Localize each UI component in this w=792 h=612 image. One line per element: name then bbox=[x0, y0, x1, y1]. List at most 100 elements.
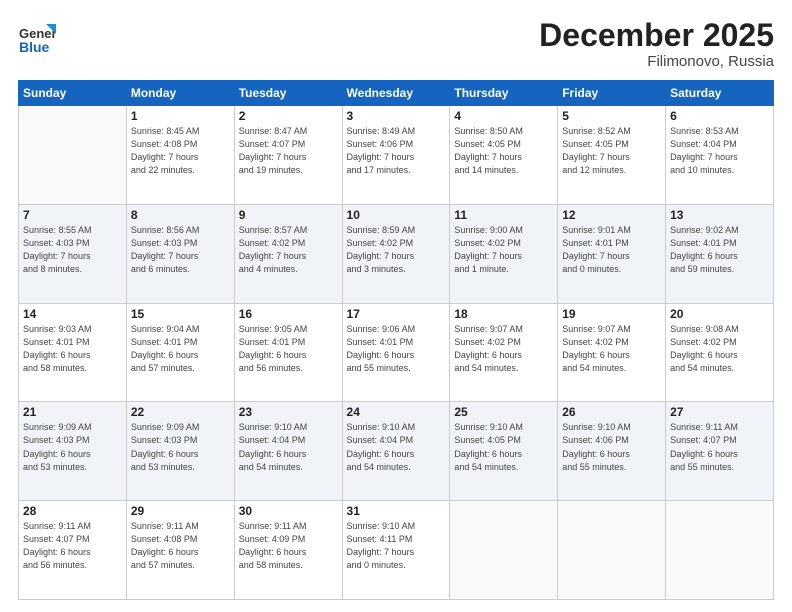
col-friday: Friday bbox=[558, 81, 666, 106]
day-info: Sunrise: 8:49 AMSunset: 4:06 PMDaylight:… bbox=[347, 125, 446, 177]
header: General Blue December 2025 Filimonovo, R… bbox=[18, 18, 774, 70]
day-number: 11 bbox=[454, 208, 553, 222]
day-number: 19 bbox=[562, 307, 661, 321]
day-info: Sunrise: 8:55 AMSunset: 4:03 PMDaylight:… bbox=[23, 224, 122, 276]
day-number: 4 bbox=[454, 109, 553, 123]
day-number: 13 bbox=[670, 208, 769, 222]
table-row: 20Sunrise: 9:08 AMSunset: 4:02 PMDayligh… bbox=[666, 303, 774, 402]
day-info: Sunrise: 9:07 AMSunset: 4:02 PMDaylight:… bbox=[454, 323, 553, 375]
calendar-table: Sunday Monday Tuesday Wednesday Thursday… bbox=[18, 80, 774, 600]
table-row bbox=[19, 106, 127, 205]
day-info: Sunrise: 9:03 AMSunset: 4:01 PMDaylight:… bbox=[23, 323, 122, 375]
table-row: 29 Sunrise: 9:11 AMSunset: 4:08 PMDayligh… bbox=[126, 501, 234, 600]
location: Filimonovo, Russia bbox=[539, 53, 774, 70]
table-row: 21Sunrise: 9:09 AMSunset: 4:03 PMDayligh… bbox=[19, 402, 127, 501]
table-row: 25 Sunrise: 9:10 AMSunset: 4:05 PMDayligh… bbox=[450, 402, 558, 501]
day-number: 2 bbox=[239, 109, 338, 123]
day-info: Sunrise: 9:02 AMSunset: 4:01 PMDaylight:… bbox=[670, 224, 769, 276]
day-info: Sunrise: 9:09 AMSunset: 4:03 PMDaylight:… bbox=[23, 421, 122, 473]
header-row: Sunday Monday Tuesday Wednesday Thursday… bbox=[19, 81, 774, 106]
table-row: 2 Sunrise: 8:47 AMSunset: 4:07 PMDaylight… bbox=[234, 106, 342, 205]
table-row bbox=[666, 501, 774, 600]
day-number: 26 bbox=[562, 405, 661, 419]
table-row bbox=[558, 501, 666, 600]
svg-text:Blue: Blue bbox=[19, 39, 50, 55]
table-row: 23Sunrise: 9:10 AMSunset: 4:04 PMDayligh… bbox=[234, 402, 342, 501]
calendar-week-row: 7 Sunrise: 8:55 AMSunset: 4:03 PMDaylight… bbox=[19, 204, 774, 303]
table-row: 24Sunrise: 9:10 AMSunset: 4:04 PMDayligh… bbox=[342, 402, 450, 501]
day-number: 27 bbox=[670, 405, 769, 419]
day-info: Sunrise: 9:10 AMSunset: 4:11 PMDaylight:… bbox=[347, 520, 446, 572]
table-row: 9 Sunrise: 8:57 AMSunset: 4:02 PMDaylight… bbox=[234, 204, 342, 303]
calendar-week-row: 14 Sunrise: 9:03 AMSunset: 4:01 PMDayligh… bbox=[19, 303, 774, 402]
logo-icon: General Blue bbox=[18, 18, 56, 56]
day-number: 10 bbox=[347, 208, 446, 222]
day-number: 16 bbox=[239, 307, 338, 321]
day-info: Sunrise: 8:57 AMSunset: 4:02 PMDaylight:… bbox=[239, 224, 338, 276]
day-number: 29 bbox=[131, 504, 230, 518]
calendar-week-row: 21Sunrise: 9:09 AMSunset: 4:03 PMDayligh… bbox=[19, 402, 774, 501]
table-row: 1 Sunrise: 8:45 AMSunset: 4:08 PMDaylight… bbox=[126, 106, 234, 205]
day-info: Sunrise: 9:00 AMSunset: 4:02 PMDaylight:… bbox=[454, 224, 553, 276]
day-info: Sunrise: 8:47 AMSunset: 4:07 PMDaylight:… bbox=[239, 125, 338, 177]
day-number: 15 bbox=[131, 307, 230, 321]
day-info: Sunrise: 8:45 AMSunset: 4:08 PMDaylight:… bbox=[131, 125, 230, 177]
table-row: 12 Sunrise: 9:01 AMSunset: 4:01 PMDayligh… bbox=[558, 204, 666, 303]
day-info: Sunrise: 9:11 AMSunset: 4:07 PMDaylight:… bbox=[670, 421, 769, 473]
day-number: 6 bbox=[670, 109, 769, 123]
day-number: 14 bbox=[23, 307, 122, 321]
col-saturday: Saturday bbox=[666, 81, 774, 106]
table-row bbox=[450, 501, 558, 600]
day-number: 3 bbox=[347, 109, 446, 123]
table-row: 27 Sunrise: 9:11 AMSunset: 4:07 PMDayligh… bbox=[666, 402, 774, 501]
day-info: Sunrise: 9:01 AMSunset: 4:01 PMDaylight:… bbox=[562, 224, 661, 276]
col-wednesday: Wednesday bbox=[342, 81, 450, 106]
month-title: December 2025 bbox=[539, 18, 774, 53]
day-number: 7 bbox=[23, 208, 122, 222]
table-row: 19 Sunrise: 9:07 AMSunset: 4:02 PMDayligh… bbox=[558, 303, 666, 402]
day-number: 30 bbox=[239, 504, 338, 518]
day-info: Sunrise: 8:53 AMSunset: 4:04 PMDaylight:… bbox=[670, 125, 769, 177]
col-sunday: Sunday bbox=[19, 81, 127, 106]
day-number: 8 bbox=[131, 208, 230, 222]
table-row: 7 Sunrise: 8:55 AMSunset: 4:03 PMDaylight… bbox=[19, 204, 127, 303]
day-info: Sunrise: 9:08 AMSunset: 4:02 PMDaylight:… bbox=[670, 323, 769, 375]
day-info: Sunrise: 9:10 AMSunset: 4:06 PMDaylight:… bbox=[562, 421, 661, 473]
day-number: 31 bbox=[347, 504, 446, 518]
table-row: 31 Sunrise: 9:10 AMSunset: 4:11 PMDayligh… bbox=[342, 501, 450, 600]
table-row: 13 Sunrise: 9:02 AMSunset: 4:01 PMDayligh… bbox=[666, 204, 774, 303]
table-row: 30Sunrise: 9:11 AMSunset: 4:09 PMDayligh… bbox=[234, 501, 342, 600]
day-number: 17 bbox=[347, 307, 446, 321]
calendar-week-row: 1 Sunrise: 8:45 AMSunset: 4:08 PMDaylight… bbox=[19, 106, 774, 205]
col-tuesday: Tuesday bbox=[234, 81, 342, 106]
day-number: 22 bbox=[131, 405, 230, 419]
table-row: 6 Sunrise: 8:53 AMSunset: 4:04 PMDaylight… bbox=[666, 106, 774, 205]
table-row: 4 Sunrise: 8:50 AMSunset: 4:05 PMDaylight… bbox=[450, 106, 558, 205]
col-monday: Monday bbox=[126, 81, 234, 106]
table-row: 16 Sunrise: 9:05 AMSunset: 4:01 PMDayligh… bbox=[234, 303, 342, 402]
day-info: Sunrise: 9:06 AMSunset: 4:01 PMDaylight:… bbox=[347, 323, 446, 375]
table-row: 28Sunrise: 9:11 AMSunset: 4:07 PMDayligh… bbox=[19, 501, 127, 600]
day-info: Sunrise: 8:56 AMSunset: 4:03 PMDaylight:… bbox=[131, 224, 230, 276]
day-info: Sunrise: 9:10 AMSunset: 4:04 PMDaylight:… bbox=[347, 421, 446, 473]
day-info: Sunrise: 9:09 AMSunset: 4:03 PMDaylight:… bbox=[131, 421, 230, 473]
day-info: Sunrise: 9:10 AMSunset: 4:04 PMDaylight:… bbox=[239, 421, 338, 473]
day-number: 12 bbox=[562, 208, 661, 222]
day-info: Sunrise: 8:50 AMSunset: 4:05 PMDaylight:… bbox=[454, 125, 553, 177]
day-number: 9 bbox=[239, 208, 338, 222]
day-info: Sunrise: 9:05 AMSunset: 4:01 PMDaylight:… bbox=[239, 323, 338, 375]
table-row: 8 Sunrise: 8:56 AMSunset: 4:03 PMDaylight… bbox=[126, 204, 234, 303]
day-number: 18 bbox=[454, 307, 553, 321]
day-info: Sunrise: 9:10 AMSunset: 4:05 PMDaylight:… bbox=[454, 421, 553, 473]
col-thursday: Thursday bbox=[450, 81, 558, 106]
day-number: 25 bbox=[454, 405, 553, 419]
day-number: 1 bbox=[131, 109, 230, 123]
calendar-week-row: 28Sunrise: 9:11 AMSunset: 4:07 PMDayligh… bbox=[19, 501, 774, 600]
page: General Blue December 2025 Filimonovo, R… bbox=[0, 0, 792, 612]
table-row: 26 Sunrise: 9:10 AMSunset: 4:06 PMDayligh… bbox=[558, 402, 666, 501]
day-info: Sunrise: 9:11 AMSunset: 4:08 PMDaylight:… bbox=[131, 520, 230, 572]
table-row: 11 Sunrise: 9:00 AMSunset: 4:02 PMDayligh… bbox=[450, 204, 558, 303]
day-number: 5 bbox=[562, 109, 661, 123]
table-row: 22 Sunrise: 9:09 AMSunset: 4:03 PMDayligh… bbox=[126, 402, 234, 501]
day-info: Sunrise: 9:07 AMSunset: 4:02 PMDaylight:… bbox=[562, 323, 661, 375]
